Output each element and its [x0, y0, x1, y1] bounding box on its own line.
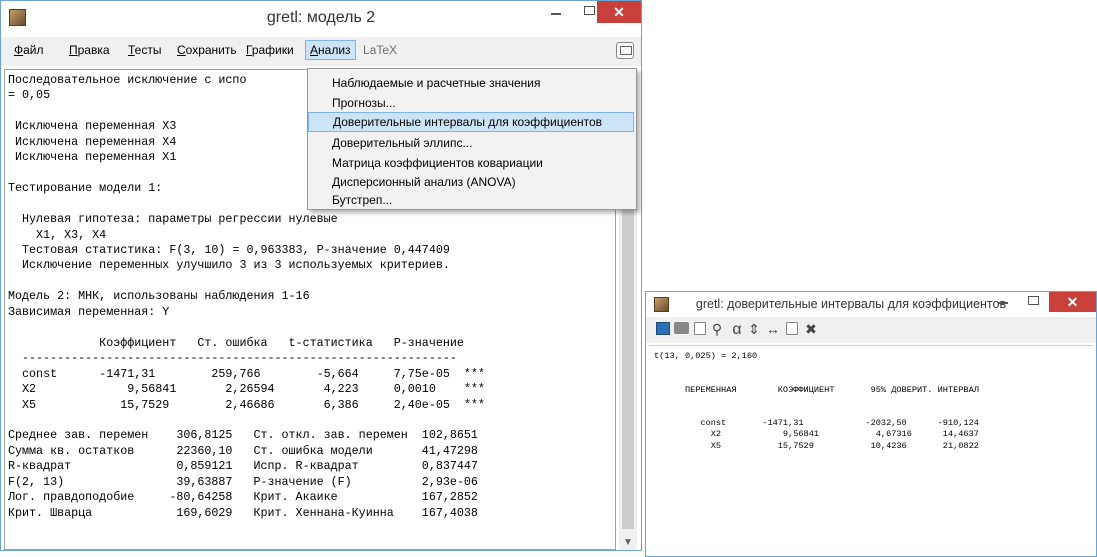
- titlebar-2[interactable]: gretl: доверительные интервалы для коэфф…: [646, 292, 1096, 317]
- menu-graphs[interactable]: Графики: [246, 43, 294, 57]
- menu-item-confidence-ellipse[interactable]: Доверительный эллипс...: [332, 136, 472, 150]
- ci-output-line: X5 15,7529 10,4236 21,0822: [654, 440, 979, 451]
- ci-output-line: [654, 362, 1093, 373]
- model-window: gretl: модель 2 ✕ Файл Правка Тесты Сохр…: [0, 0, 642, 551]
- close-icon: ✕: [613, 4, 625, 20]
- menu-item-forecasts[interactable]: Прогнозы...: [332, 96, 396, 110]
- output-line: Исключение переменных улучшило 3 из 3 ис…: [8, 258, 450, 273]
- ci-output-line: const -1471,31 -2032,50 -910,124: [654, 418, 979, 429]
- output-line: R-квадрат 0,859121 Испр. R-квадрат 0,837…: [8, 459, 478, 474]
- ci-output-line: [654, 373, 1093, 384]
- minimize-button[interactable]: [539, 1, 573, 23]
- output-line: Зависимая переменная: Y: [8, 304, 170, 319]
- ci-output-line: [654, 396, 1093, 407]
- menu-edit[interactable]: Правка: [69, 43, 110, 57]
- analysis-dropdown-menu: Наблюдаемые и расчетные значения Прогноз…: [307, 68, 637, 210]
- confidence-intervals-window: gretl: доверительные интервалы для коэфф…: [645, 291, 1097, 557]
- output-line: Среднее зав. перемен 306,8125 Ст. откл. …: [8, 428, 478, 443]
- window-icon[interactable]: [786, 322, 798, 335]
- output-line: Лог. правдоподобие -80,64258 Крит. Акаик…: [8, 490, 478, 505]
- output-line: X5 15,7529 2,46686 6,386 2,40e-05 ***: [8, 397, 485, 412]
- ci-output-line: [654, 407, 1093, 418]
- menu-save[interactable]: Сохранить: [177, 43, 237, 57]
- menu-latex[interactable]: LaTeX: [363, 43, 397, 57]
- output-line: const -1471,31 259,766 -5,664 7,75e-05 *…: [8, 366, 485, 381]
- titlebar[interactable]: gretl: модель 2 ✕: [1, 1, 641, 35]
- maximize-button-2[interactable]: [1018, 292, 1048, 312]
- output-line: X2 9,56841 2,26594 4,223 0,0010 ***: [8, 382, 485, 397]
- maximize-icon: [584, 6, 595, 15]
- alpha-icon[interactable]: α: [730, 322, 744, 338]
- updown-icon[interactable]: ⇕: [748, 322, 760, 337]
- print-icon[interactable]: [674, 322, 689, 334]
- maximize-icon-2: [1028, 296, 1039, 305]
- minimize-icon-2: [998, 302, 1008, 304]
- output-line: ----------------------------------------…: [8, 351, 457, 366]
- menubar: Файл Правка Тесты Сохранить Графики Анал…: [1, 37, 641, 66]
- save-icon[interactable]: [656, 322, 670, 335]
- output-line: Сумма кв. остатков 22360,10 Ст. ошибка м…: [8, 443, 478, 458]
- close-icon-2: ✕: [1066, 294, 1079, 310]
- ci-output-line: t(13, 0,025) = 2,160: [654, 351, 758, 361]
- ci-output-line: X2 9,56841 4,67316 14,4637: [654, 429, 979, 440]
- close-button[interactable]: ✕: [597, 1, 641, 23]
- menu-item-covariance-matrix[interactable]: Матрица коэффициентов ковариации: [332, 156, 543, 170]
- search-icon[interactable]: ⚲: [710, 322, 724, 337]
- output-line: Тестовая статистика: F(3, 10) = 0,963383…: [8, 242, 450, 257]
- menu-item-bootstrap[interactable]: Бутстреп...: [332, 193, 392, 207]
- delete-icon[interactable]: ✖: [804, 322, 818, 337]
- ci-output-line: ПЕРЕМЕННАЯ КОЭФФИЦИЕНТ 95% ДОВЕРИТ. ИНТЕ…: [654, 384, 979, 395]
- window-switch-icon[interactable]: [616, 42, 634, 59]
- output-line: Крит. Шварца 169,6029 Крит. Хеннана-Куин…: [8, 505, 478, 520]
- menu-tests[interactable]: Тесты: [128, 43, 161, 57]
- output-line: Нулевая гипотеза: параметры регрессии ну…: [8, 212, 338, 227]
- minimize-icon: [551, 13, 561, 15]
- confidence-intervals-text[interactable]: t(13, 0,025) = 2,160 ПЕРЕМЕННАЯ КОЭФФИЦИ…: [649, 345, 1093, 553]
- confidence-intervals-output: t(13, 0,025) = 2,160 ПЕРЕМЕННАЯ КОЭФФИЦИ…: [649, 346, 1093, 452]
- menu-file[interactable]: Файл: [14, 43, 44, 57]
- menu-analysis[interactable]: Анализ: [305, 40, 356, 60]
- output-line: X1, X3, X4: [8, 227, 107, 242]
- scroll-down-icon[interactable]: ▼: [619, 537, 637, 548]
- minimize-button-2[interactable]: [988, 292, 1018, 312]
- output-line: Коэффициент Ст. ошибка t-статистика P-зн…: [8, 335, 464, 350]
- menu-item-confidence-intervals[interactable]: Доверительные интервалы для коэффициенто…: [308, 112, 634, 132]
- toolbar: ⚲ α ⇕ ↔ ✖: [646, 317, 1096, 343]
- output-line: F(2, 13) 39,63887 Р-значение (F) 2,93e-0…: [8, 474, 478, 489]
- close-button-2[interactable]: ✕: [1049, 292, 1096, 312]
- output-line: Модель 2: МНК, использованы наблюдения 1…: [8, 289, 310, 304]
- menu-item-fitted-values[interactable]: Наблюдаемые и расчетные значения: [332, 76, 540, 90]
- menu-item-anova[interactable]: Дисперсионный анализ (ANOVA): [332, 175, 516, 189]
- copy-icon[interactable]: [694, 322, 706, 335]
- arrows-icon[interactable]: ↔: [766, 322, 780, 337]
